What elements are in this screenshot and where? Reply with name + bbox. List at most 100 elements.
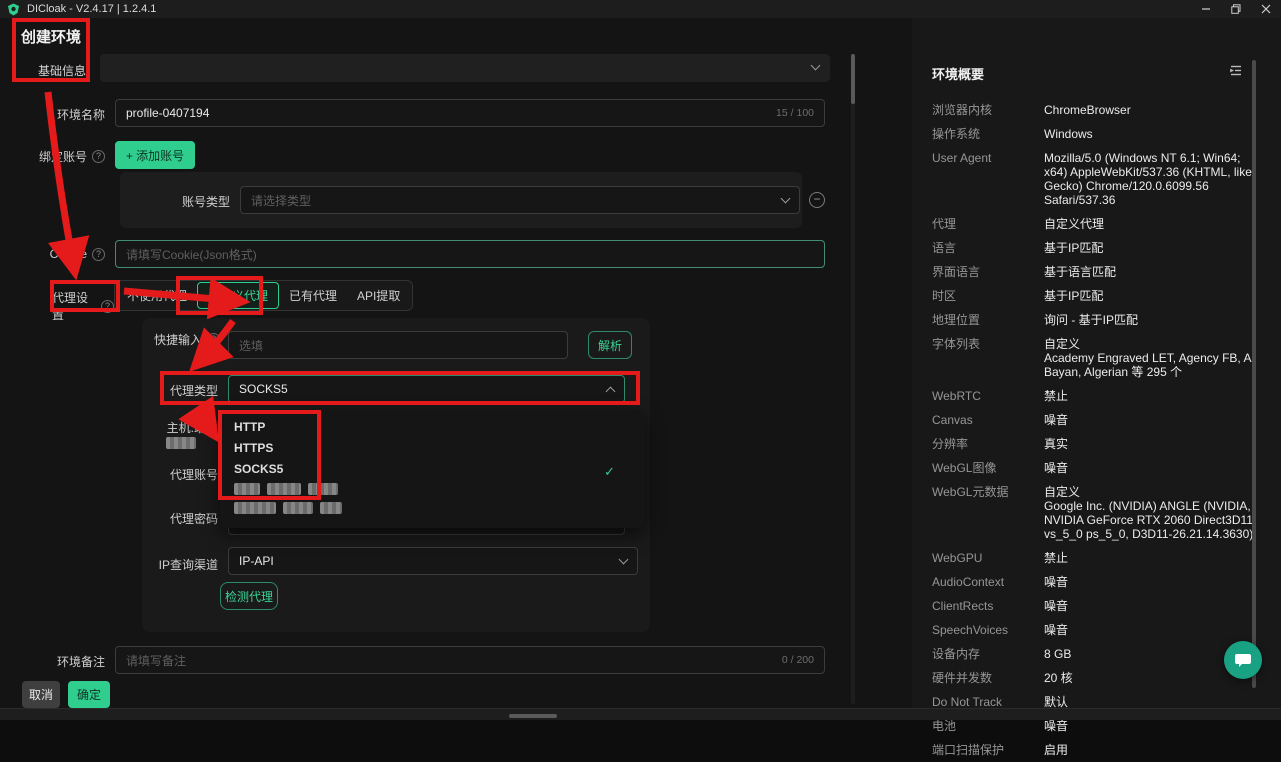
account-type-label-row: 账号类型 <box>150 193 230 210</box>
help-icon[interactable]: ? <box>207 333 220 346</box>
ip-channel-label: IP查询渠道 <box>159 556 218 573</box>
summary-row: User AgentMozilla/5.0 (Windows NT 6.1; W… <box>932 146 1264 212</box>
summary-row: Canvas噪音 <box>932 408 1264 432</box>
parse-button[interactable]: 解析 <box>588 331 632 359</box>
restore-button[interactable] <box>1221 0 1251 18</box>
redacted-dropdown-row <box>220 498 645 517</box>
bind-account-label: 绑定账号 <box>39 148 87 165</box>
summary-row: 硬件并发数20 核 <box>932 666 1264 690</box>
proxy-account-label: 代理账号 <box>170 466 218 483</box>
ip-channel-select[interactable]: IP-API <box>228 547 638 575</box>
proxy-account-label-row: 代理账号 <box>130 466 218 483</box>
environment-summary-panel: 环境概要 浏览器内核ChromeBrowser 操作系统Windows User… <box>912 18 1281 708</box>
proxy-type-label-row: 代理类型 <box>130 382 218 399</box>
summary-row: AudioContext噪音 <box>932 570 1264 594</box>
quick-input-field[interactable]: 选填 <box>228 331 568 359</box>
summary-row: 代理自定义代理 <box>932 212 1264 236</box>
restore-icon <box>1231 4 1241 14</box>
summary-scrollbar-thumb[interactable] <box>1252 60 1256 688</box>
horizontal-scrollbar-thumb[interactable] <box>509 714 557 718</box>
summary-row: 语言基于IP匹配 <box>932 236 1264 260</box>
remove-account-icon[interactable]: − <box>809 192 825 208</box>
proxy-password-label-row: 代理密码 <box>130 510 218 527</box>
ip-channel-value: IP-API <box>239 554 274 568</box>
account-type-label: 账号类型 <box>182 193 230 210</box>
chevron-down-icon <box>619 555 629 565</box>
ip-channel-label-row: IP查询渠道 <box>128 556 218 573</box>
collapse-panel-icon[interactable] <box>1228 64 1243 82</box>
minimize-icon <box>1201 4 1211 14</box>
cookie-placeholder: 请填写Cookie(Json格式) <box>126 246 257 263</box>
proxy-type-select[interactable]: SOCKS5 <box>228 375 625 403</box>
account-type-select[interactable]: 请选择类型 <box>240 186 800 214</box>
remark-label-row: 环境备注 <box>0 653 105 670</box>
close-window-button[interactable] <box>1251 0 1281 18</box>
cookie-input[interactable]: 请填写Cookie(Json格式) <box>115 240 825 268</box>
proxy-type-value: SOCKS5 <box>239 382 288 396</box>
chevron-up-icon <box>606 386 616 396</box>
dicloak-window: { "titlebar": { "app_title": "DICloak - … <box>0 0 1281 720</box>
form-scrollbar-thumb[interactable] <box>851 54 855 104</box>
summary-row: WebRTC禁止 <box>932 384 1264 408</box>
summary-row: ClientRects噪音 <box>932 594 1264 618</box>
summary-row: 时区基于IP匹配 <box>932 284 1264 308</box>
env-name-input[interactable]: profile-0407194 15 / 100 <box>115 99 825 127</box>
env-name-label-row: 环境名称 <box>0 106 105 123</box>
summary-row: 端口扫描保护启用 <box>932 738 1264 762</box>
env-name-label: 环境名称 <box>57 106 105 123</box>
help-icon[interactable]: ? <box>92 150 105 163</box>
quick-input-label-row: 快捷输入 ? <box>130 331 220 348</box>
dropdown-option-https[interactable]: HTTPS <box>220 437 645 458</box>
add-account-button[interactable]: + 添加账号 <box>115 141 195 169</box>
close-window-icon <box>1261 4 1271 14</box>
summary-rows: 浏览器内核ChromeBrowser 操作系统Windows User Agen… <box>932 98 1264 762</box>
tab-no-proxy[interactable]: 不使用代理 <box>117 282 197 309</box>
proxy-type-label: 代理类型 <box>170 382 218 399</box>
basic-info-section-header[interactable] <box>100 54 830 82</box>
help-icon[interactable]: ? <box>101 300 114 313</box>
env-name-value: profile-0407194 <box>126 106 209 120</box>
tab-custom-proxy[interactable]: 自定义代理 <box>197 282 279 309</box>
summary-row: WebGL图像噪音 <box>932 456 1264 480</box>
minimize-button[interactable] <box>1191 0 1221 18</box>
tab-api-extract[interactable]: API提取 <box>347 282 410 309</box>
support-chat-button[interactable] <box>1224 641 1262 679</box>
nav-item-basic-info[interactable]: 基础信息 <box>38 62 86 79</box>
form-scrollbar-track[interactable] <box>851 54 855 704</box>
proxy-type-dropdown: HTTP HTTPS SOCKS5 ✓ <box>220 410 645 528</box>
cookie-label: Cookie <box>50 247 87 261</box>
host-port-label-row: 主机:端口 <box>130 419 218 436</box>
confirm-button[interactable]: 确定 <box>68 681 110 708</box>
remark-label: 环境备注 <box>57 653 105 670</box>
remark-input[interactable]: 请填写备注 0 / 200 <box>115 646 825 674</box>
bind-account-label-row: 绑定账号 ? <box>0 148 105 165</box>
summary-row: 分辨率真实 <box>932 432 1264 456</box>
summary-row: 地理位置询问 - 基于IP匹配 <box>932 308 1264 332</box>
help-icon[interactable]: ? <box>92 248 105 261</box>
summary-row: WebGL元数据自定义 Google Inc. (NVIDIA) ANGLE (… <box>932 480 1264 546</box>
quick-input-placeholder: 选填 <box>239 337 263 354</box>
titlebar: DICloak - V2.4.17 | 1.2.4.1 <box>0 0 1281 18</box>
check-proxy-button[interactable]: 检测代理 <box>220 582 278 610</box>
app-logo-icon <box>7 3 20 16</box>
summary-row: 浏览器内核ChromeBrowser <box>932 98 1264 122</box>
summary-row: 字体列表自定义 Academy Engraved LET, Agency FB,… <box>932 332 1264 384</box>
redacted-host-value <box>166 437 196 449</box>
check-icon: ✓ <box>604 464 615 480</box>
cancel-button[interactable]: 取消 <box>22 681 60 708</box>
dropdown-option-socks5[interactable]: SOCKS5 <box>220 458 645 479</box>
chevron-down-icon <box>811 61 821 71</box>
account-type-placeholder: 请选择类型 <box>251 192 311 209</box>
summary-row: 操作系统Windows <box>932 122 1264 146</box>
app-title: DICloak - V2.4.17 | 1.2.4.1 <box>27 3 156 15</box>
account-card: 账号类型 请选择类型 <box>120 172 802 228</box>
redacted-dropdown-row <box>220 479 645 498</box>
chat-bubble-icon <box>1233 651 1253 669</box>
env-name-counter: 15 / 100 <box>776 107 814 119</box>
proxy-settings-label-row: 代理设置 ? <box>52 289 114 323</box>
proxy-password-label: 代理密码 <box>170 510 218 527</box>
tab-existing-proxy[interactable]: 已有代理 <box>279 282 347 309</box>
quick-input-label: 快捷输入 <box>154 331 202 348</box>
remark-counter: 0 / 200 <box>782 654 814 666</box>
dropdown-option-http[interactable]: HTTP <box>220 416 645 437</box>
